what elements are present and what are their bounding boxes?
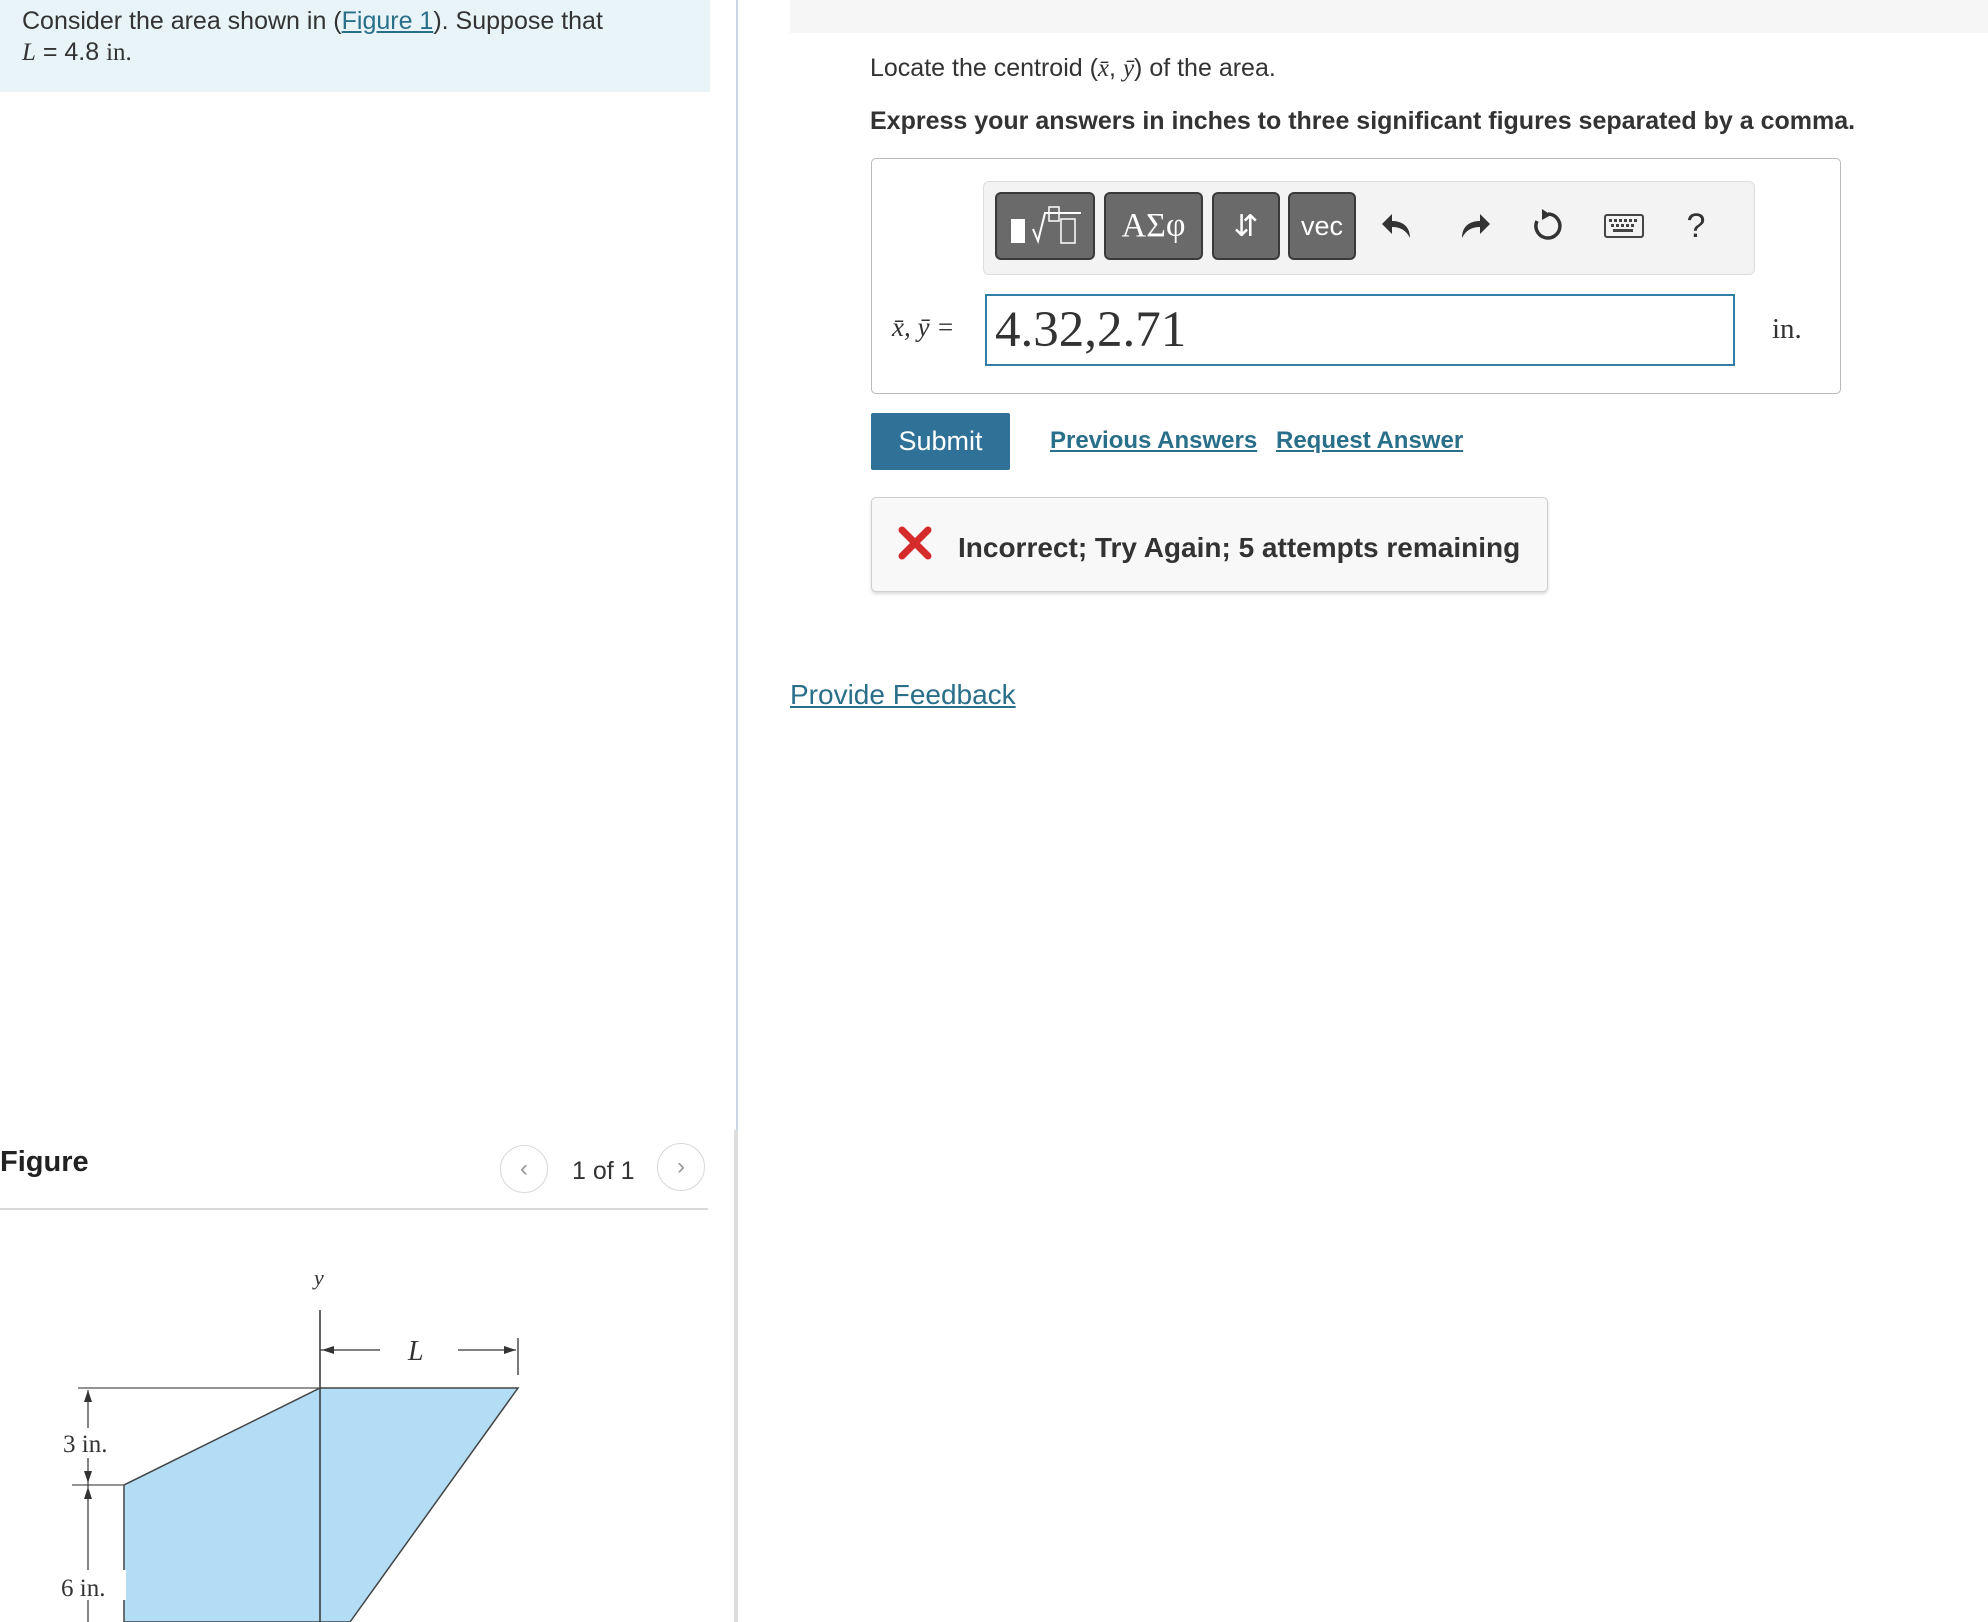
dimension-arrow xyxy=(322,1346,334,1354)
help-button[interactable]: ? xyxy=(1674,204,1718,248)
previous-answers-link[interactable]: Previous Answers xyxy=(1050,427,1257,455)
variable-L: L xyxy=(22,39,36,66)
greek-symbols-button[interactable]: ΑΣφ xyxy=(1104,192,1203,260)
keyboard-icon xyxy=(1604,214,1644,238)
request-answer-link[interactable]: Request Answer xyxy=(1276,427,1463,455)
redo-button[interactable] xyxy=(1452,204,1496,248)
reset-button[interactable] xyxy=(1526,204,1570,248)
templates-icon xyxy=(1011,206,1081,245)
dimension-label-top: 3 in. xyxy=(63,1431,107,1458)
area-shape xyxy=(123,1387,520,1622)
chevron-left-icon: ‹ xyxy=(520,1155,528,1182)
figure-header-rule xyxy=(0,1208,708,1210)
figure-title: Figure xyxy=(0,1146,89,1178)
next-figure-button[interactable]: › xyxy=(657,1143,705,1191)
feedback-message: Incorrect; Try Again; 5 attempts remaini… xyxy=(958,532,1521,563)
undo-button[interactable] xyxy=(1376,204,1420,248)
templates-button[interactable] xyxy=(995,192,1095,260)
header-strip xyxy=(790,0,1988,33)
dimension-label-mid: 6 in. xyxy=(61,1575,105,1602)
provide-feedback-link[interactable]: Provide Feedback xyxy=(790,679,1016,711)
answer-unit: in. xyxy=(1772,313,1802,345)
figure-link[interactable]: Figure 1 xyxy=(342,7,434,35)
figure-counter: 1 of 1 xyxy=(572,1157,635,1185)
incorrect-x-icon xyxy=(896,524,934,567)
dimension-arrow xyxy=(84,1487,92,1499)
redo-icon xyxy=(1462,214,1490,238)
question-text: Locate the centroid (x̄, ȳ) of the area. xyxy=(870,54,1276,82)
dimension-arrow xyxy=(504,1346,516,1354)
vector-button[interactable]: vec xyxy=(1288,192,1356,260)
reset-icon xyxy=(1534,209,1562,240)
figure-diagram: y L 3 in. 6 in. xyxy=(60,1265,520,1622)
problem-statement: Consider the area shown in (Figure 1). S… xyxy=(22,7,603,66)
answer-instruction: Express your answers in inches to three … xyxy=(870,107,1856,135)
dimension-arrow xyxy=(84,1471,92,1483)
previous-figure-button[interactable]: ‹ xyxy=(500,1145,548,1193)
L-dimension-label: L xyxy=(407,1336,424,1367)
submit-button[interactable]: Submit xyxy=(871,413,1010,470)
pane-resize-handle[interactable] xyxy=(734,1130,738,1622)
chevron-right-icon: › xyxy=(677,1153,685,1180)
answer-input[interactable]: 4.32,2.71 xyxy=(985,294,1735,366)
answer-variable-label: x̄, ȳ = xyxy=(892,312,955,342)
keyboard-button[interactable] xyxy=(1602,204,1646,248)
undo-icon xyxy=(1382,214,1410,238)
dimension-arrow xyxy=(84,1390,92,1402)
y-axis-label: y xyxy=(312,1265,324,1290)
arrows-button[interactable]: ⇵ xyxy=(1212,192,1280,260)
